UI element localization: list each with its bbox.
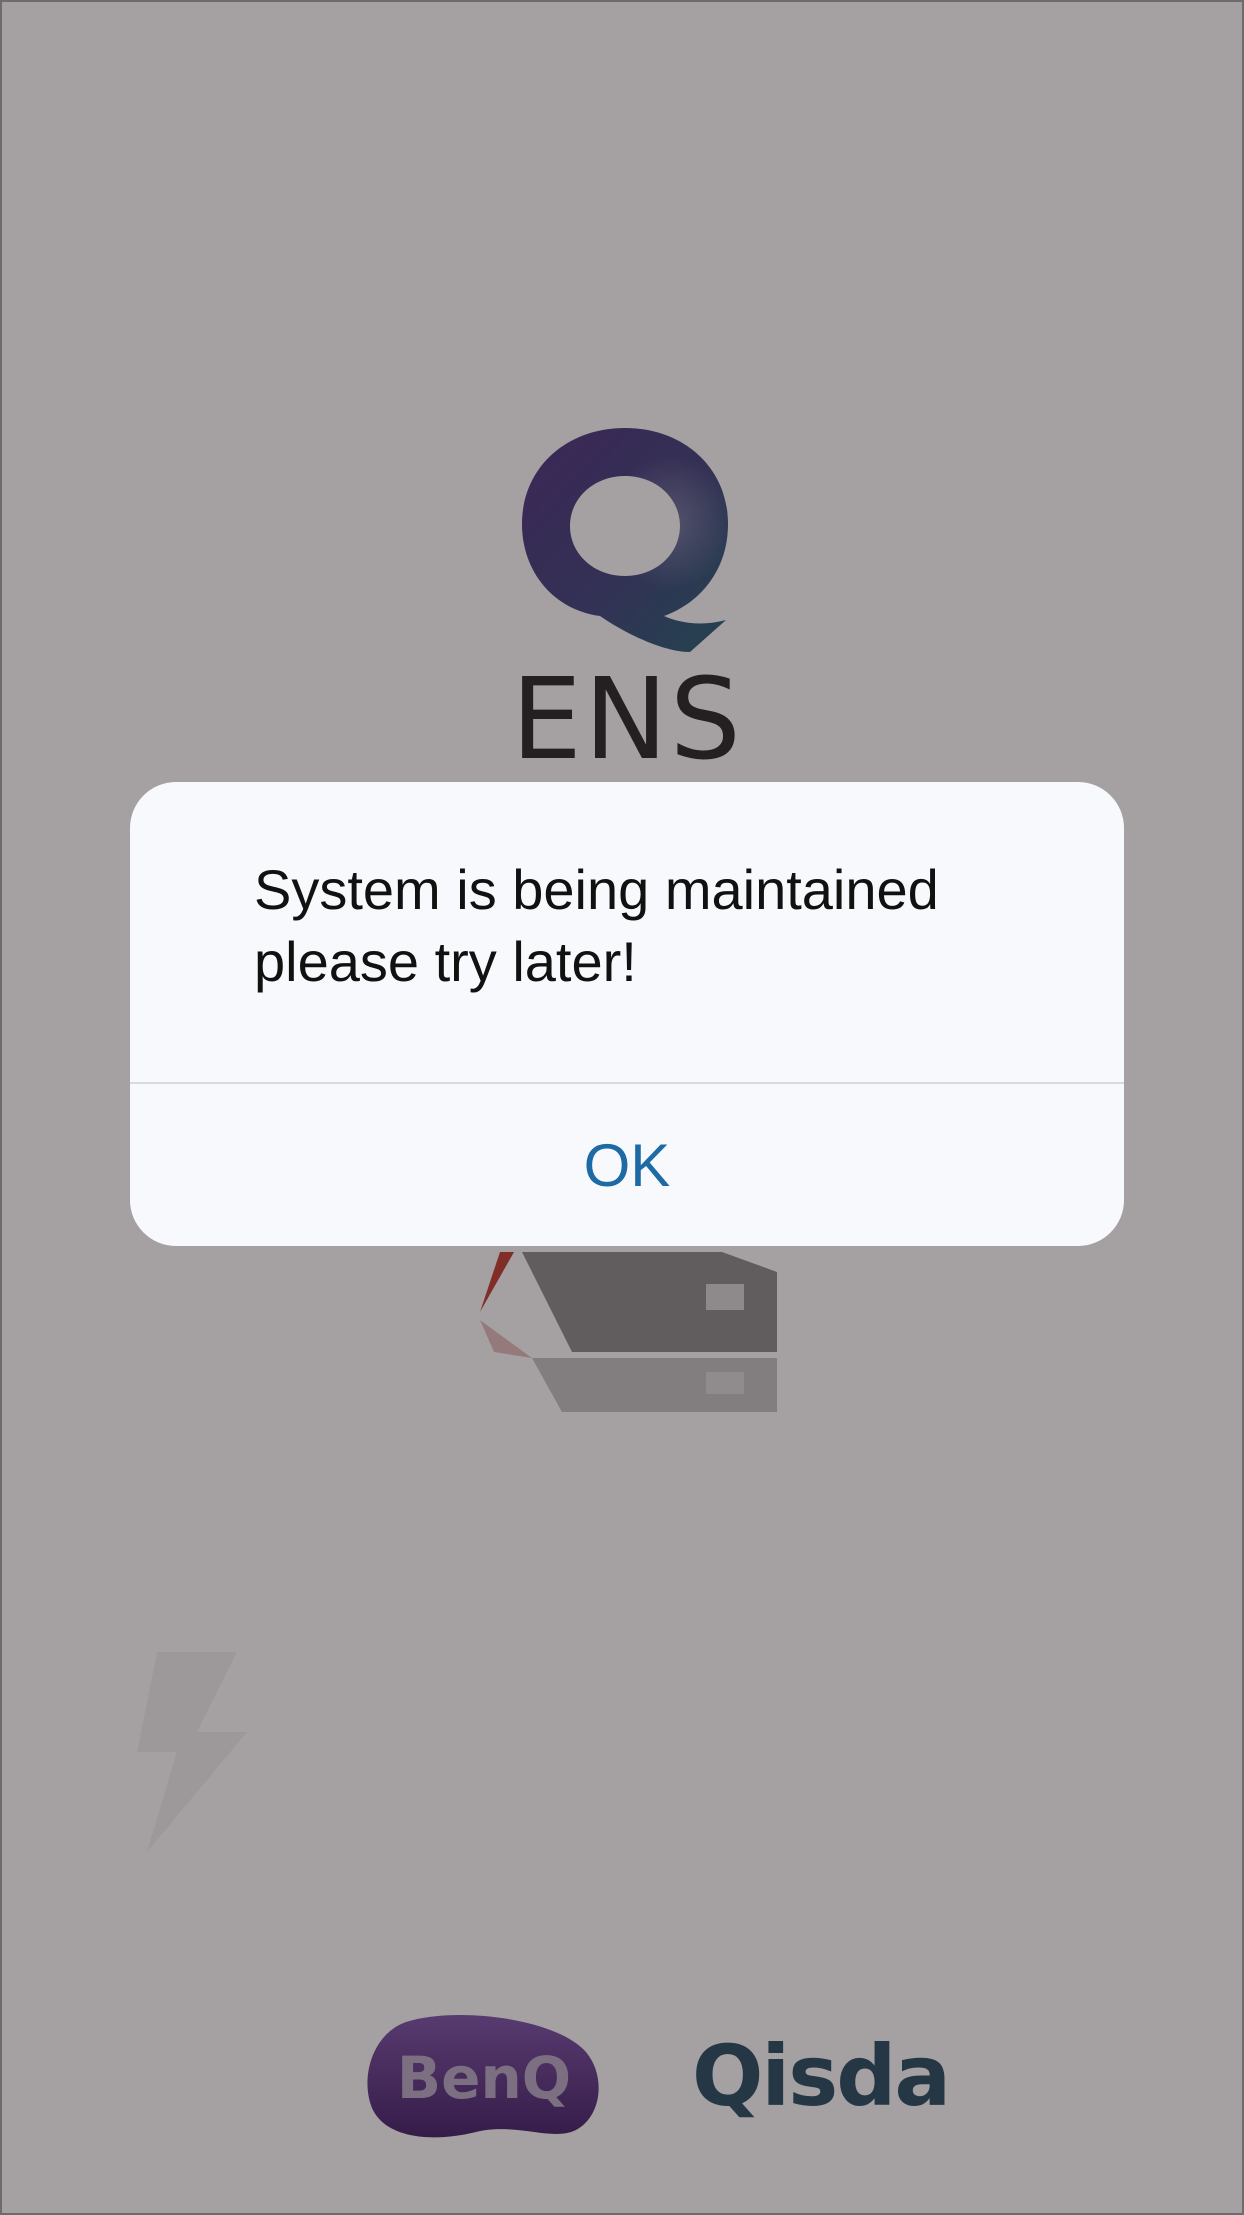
splash-screen: ENS BenQ Qisda System is being maintaine… bbox=[0, 0, 1244, 2215]
alert-message: System is being maintained please try la… bbox=[254, 854, 1074, 998]
maintenance-alert-dialog: System is being maintained please try la… bbox=[130, 782, 1124, 1246]
ok-button[interactable]: OK bbox=[130, 1084, 1124, 1246]
alert-message-line-2: please try later! bbox=[254, 930, 637, 993]
alert-message-line-1: System is being maintained bbox=[254, 858, 939, 921]
